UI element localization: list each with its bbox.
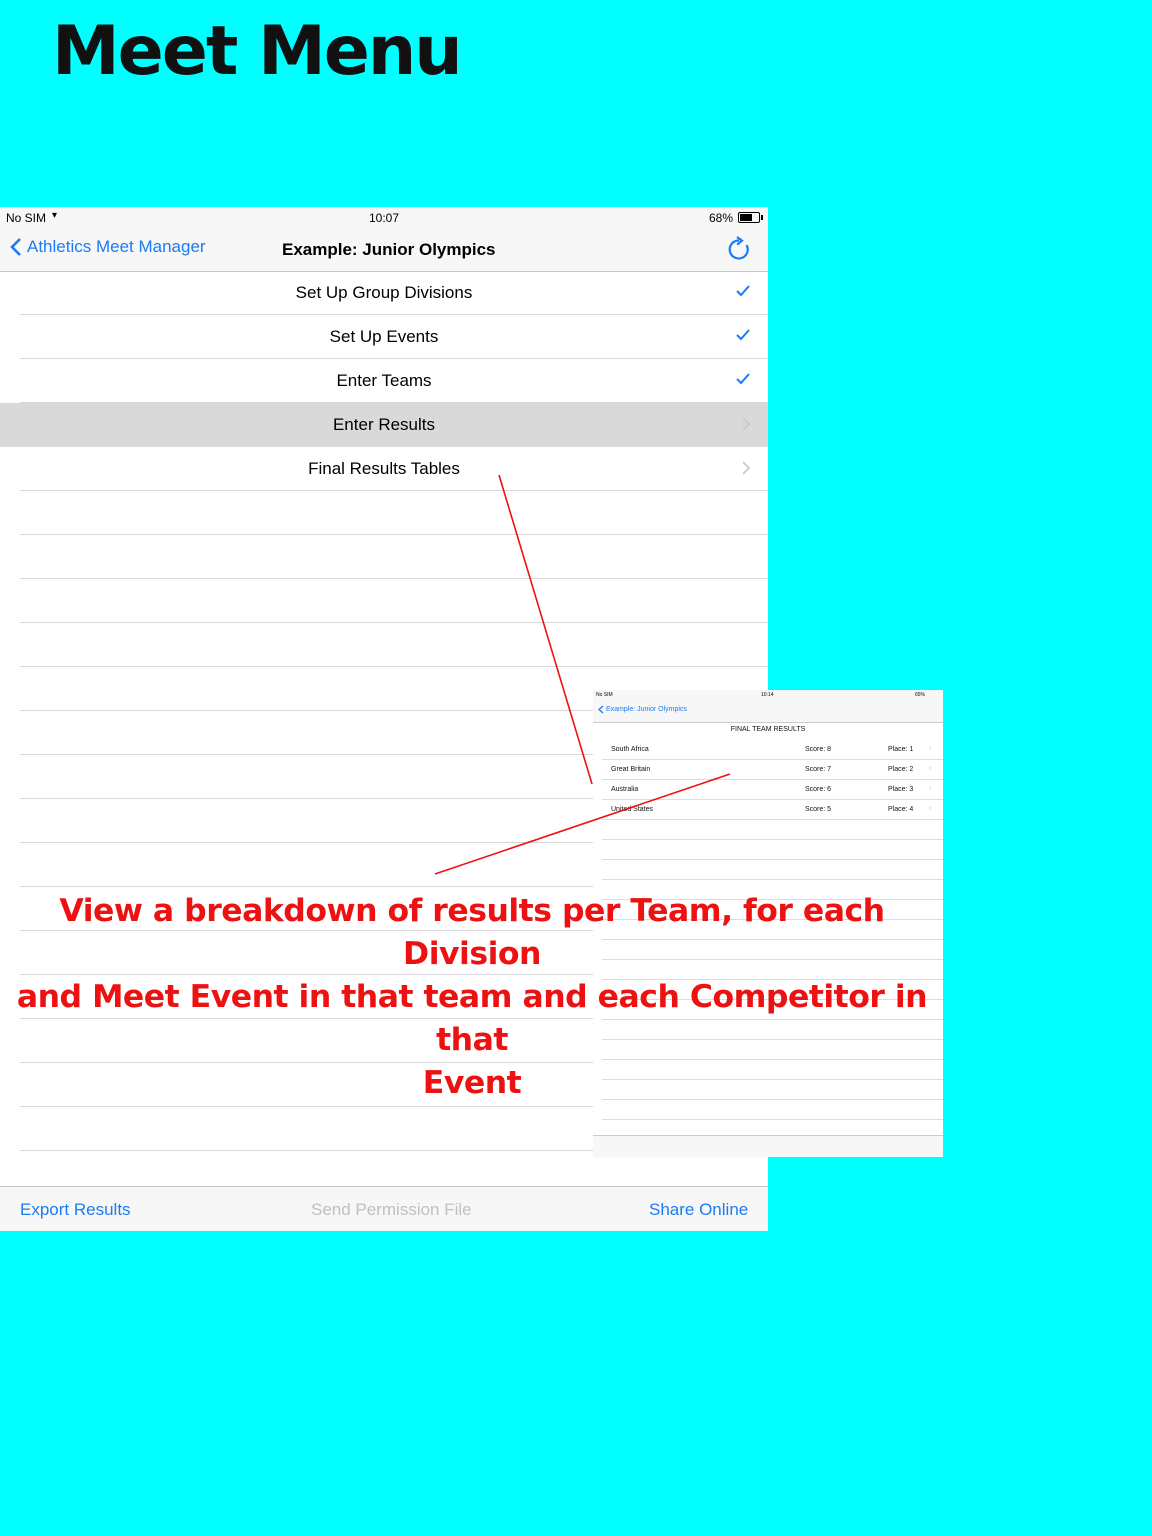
table-row: Great Britain Score: 7 Place: 2 › [593, 760, 943, 780]
inset-battery-percent: 65% [915, 692, 926, 698]
empty-row [0, 579, 768, 623]
inset-toolbar [593, 1135, 943, 1157]
page-heading: Meet Menu [52, 12, 463, 91]
inset-status-time: 10:14 [761, 692, 774, 698]
menu-item-enter-results[interactable]: Enter Results [0, 403, 768, 447]
table-row: South Africa Score: 8 Place: 1 › [593, 740, 943, 760]
team-place: Place: 2 [888, 766, 914, 773]
battery-icon [738, 212, 763, 223]
inset-status-bar: No SIM 10:14 65% [593, 690, 943, 700]
caption-line-3: Event [422, 1065, 522, 1101]
empty-row [0, 535, 768, 579]
inset-navigation-bar: Example: Junior Olympics [593, 700, 943, 723]
export-results-button[interactable]: Export Results [20, 1200, 131, 1220]
team-name: United States [611, 806, 654, 813]
chevron-right-icon [742, 461, 750, 475]
table-row: Australia Score: 6 Place: 3 › [593, 780, 943, 800]
chevron-right-icon: › [929, 765, 932, 772]
menu-item-events[interactable]: Set Up Events [0, 315, 768, 359]
empty-row [593, 860, 943, 880]
back-button[interactable]: Athletics Meet Manager [10, 237, 206, 257]
chevron-right-icon: › [929, 805, 932, 812]
annotation-caption: View a breakdown of results per Team, fo… [10, 890, 934, 1105]
team-score: Score: 7 [805, 766, 832, 773]
chevron-left-icon [10, 238, 21, 256]
chevron-right-icon: › [929, 785, 932, 792]
menu-item-label: Set Up Events [329, 327, 439, 346]
menu-item-label: Set Up Group Divisions [295, 283, 473, 302]
chevron-left-icon [598, 705, 604, 714]
menu-item-label: Enter Teams [336, 371, 432, 390]
empty-row [593, 820, 943, 840]
team-place: Place: 4 [888, 806, 914, 813]
menu-item-teams[interactable]: Enter Teams [0, 359, 768, 403]
inset-back-button: Example: Junior Olympics [598, 705, 687, 714]
bottom-toolbar: Export Results Send Permission File Shar… [0, 1186, 768, 1231]
menu-item-label: Enter Results [332, 415, 436, 434]
nav-title: Example: Junior Olympics [282, 240, 496, 259]
empty-row [593, 840, 943, 860]
menu-item-label: Final Results Tables [308, 459, 460, 478]
checkmark-icon [736, 329, 750, 341]
refresh-icon[interactable] [726, 236, 752, 262]
menu-item-group-divisions[interactable]: Set Up Group Divisions [0, 271, 768, 315]
empty-row [0, 491, 768, 535]
table-row: United States Score: 5 Place: 4 › [593, 800, 943, 820]
team-score: Score: 6 [805, 786, 832, 793]
inset-section-header: FINAL TEAM RESULTS [730, 726, 806, 733]
team-score: Score: 5 [805, 806, 832, 813]
back-button-label: Athletics Meet Manager [27, 237, 206, 256]
team-name: Great Britain [611, 766, 651, 773]
team-place: Place: 3 [888, 786, 914, 793]
wifi-icon: ▾ [52, 210, 58, 221]
chevron-right-icon: › [929, 745, 932, 752]
team-name: South Africa [611, 746, 649, 753]
caption-line-1: View a breakdown of results per Team, fo… [59, 893, 885, 972]
chevron-right-icon [742, 417, 750, 431]
carrier-label: No SIM [6, 211, 47, 225]
menu-item-final-results[interactable]: Final Results Tables [0, 447, 768, 491]
inset-back-label: Example: Junior Olympics [606, 706, 687, 713]
send-permission-file-button: Send Permission File [311, 1200, 472, 1219]
checkmark-icon [736, 285, 750, 297]
team-name: Australia [611, 786, 639, 793]
team-score: Score: 8 [805, 746, 832, 753]
team-place: Place: 1 [888, 746, 914, 753]
navigation-bar: Athletics Meet Manager Example: Junior O… [0, 227, 768, 272]
checkmark-icon [736, 373, 750, 385]
status-bar: No SIM ▾ 10:07 68% [0, 207, 768, 227]
battery-percent: 68% [709, 211, 734, 225]
caption-line-2: and Meet Event in that team and each Com… [16, 979, 928, 1058]
share-online-button[interactable]: Share Online [649, 1200, 748, 1220]
empty-row [0, 623, 768, 667]
inset-carrier-label: No SIM [596, 692, 613, 698]
status-time: 10:07 [369, 211, 400, 225]
